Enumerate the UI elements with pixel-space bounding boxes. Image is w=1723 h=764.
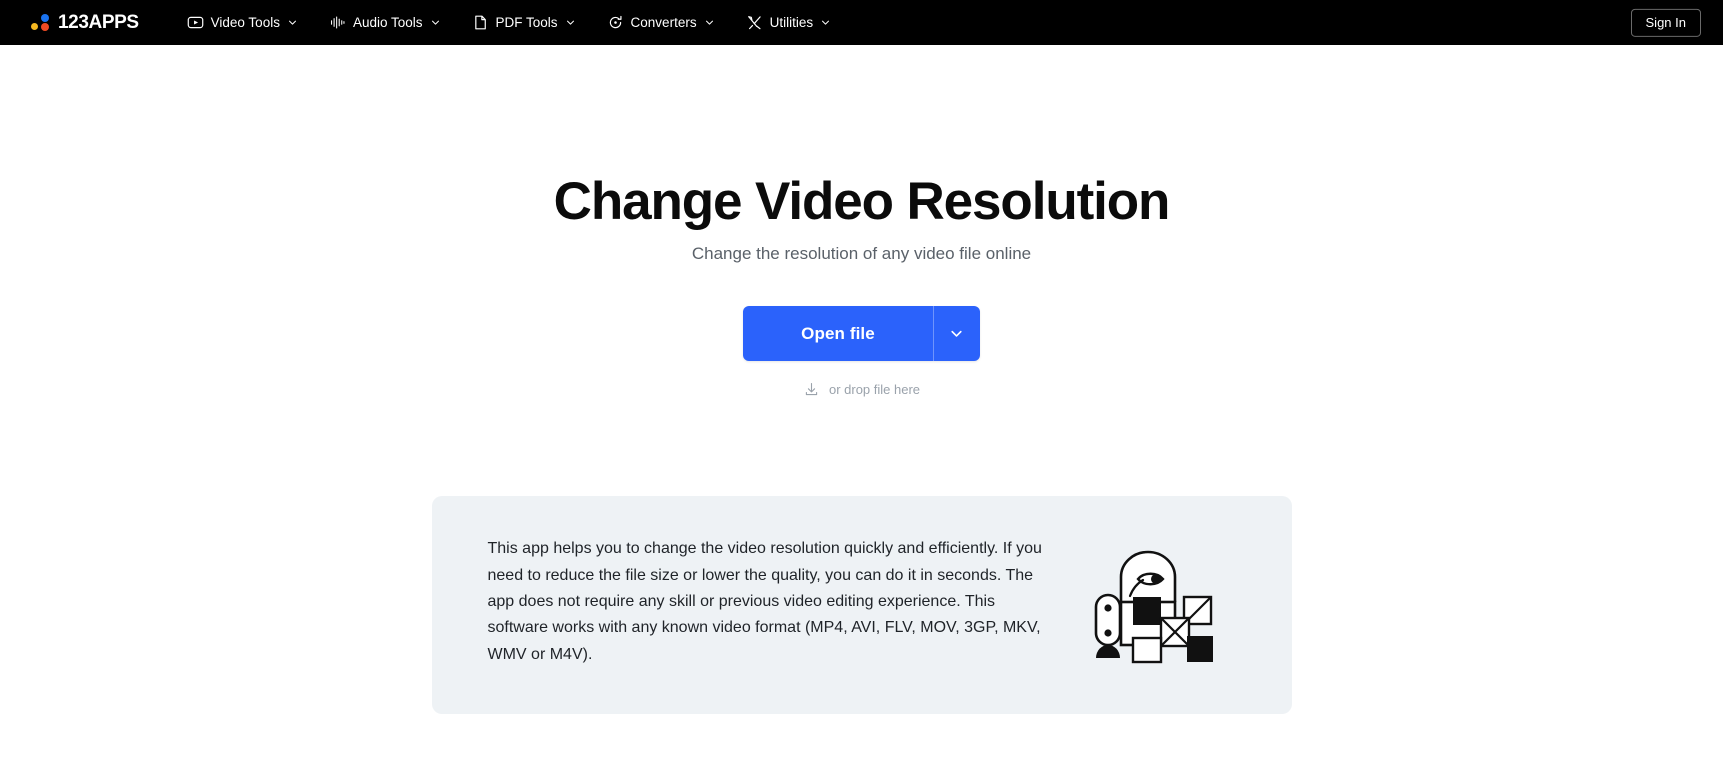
open-file-split-button: Open file — [743, 306, 980, 362]
chevron-down-icon — [566, 20, 574, 25]
page-title: Change Video Resolution — [553, 172, 1171, 231]
nav-item-video-tools[interactable]: Video Tools — [171, 8, 313, 37]
main-nav: Video Tools Audio Tools PDF Tools Conver… — [171, 8, 846, 37]
page-content: Change Video Resolution Change the resol… — [0, 45, 1723, 715]
logo-text: 123APPS — [58, 12, 139, 33]
open-file-button[interactable]: Open file — [743, 306, 933, 361]
play-button-icon — [187, 16, 203, 29]
description-card: This app helps you to change the video r… — [431, 496, 1292, 715]
top-navigation-bar: 123APPS Video Tools Audio Tools PDF Tool… — [0, 0, 1723, 45]
drop-file-hint-label: or drop file here — [828, 382, 921, 398]
hero-section: Change Video Resolution Change the resol… — [0, 45, 1723, 398]
waveform-icon — [330, 16, 345, 29]
chevron-down-icon — [822, 20, 830, 25]
description-card-area: This app helps you to change the video r… — [0, 496, 1723, 715]
nav-item-pdf-tools[interactable]: PDF Tools — [456, 8, 591, 37]
open-file-area: Open file — [0, 306, 1723, 362]
description-text: This app helps you to change the video r… — [487, 540, 1042, 663]
nav-label-utilities: Utilities — [769, 15, 814, 30]
nav-item-converters[interactable]: Converters — [591, 8, 730, 37]
drop-file-hint[interactable]: or drop file here — [0, 381, 1723, 398]
download-tray-icon — [805, 383, 818, 396]
nav-item-audio-tools[interactable]: Audio Tools — [313, 8, 456, 37]
circular-arrow-icon — [609, 15, 622, 29]
crossed-tools-icon — [747, 16, 761, 30]
chevron-down-icon — [431, 20, 439, 25]
nav-label-audio-tools: Audio Tools — [352, 15, 423, 30]
chevron-down-icon — [951, 331, 962, 337]
open-file-dropdown-button[interactable] — [932, 306, 980, 362]
logo-123apps[interactable]: 123APPS — [31, 13, 139, 32]
nav-label-video-tools: Video Tools — [210, 15, 280, 30]
abstract-robot-figure-illustration — [1094, 550, 1213, 663]
nav-item-utilities[interactable]: Utilities — [730, 8, 847, 37]
page-subtitle: Change the resolution of any video file … — [691, 244, 1032, 264]
nav-label-converters: Converters — [630, 15, 697, 30]
sign-in-button[interactable]: Sign In — [1630, 8, 1701, 37]
nav-label-pdf-tools: PDF Tools — [495, 15, 558, 30]
logo-dots-icon — [31, 13, 50, 32]
chevron-down-icon — [288, 20, 296, 25]
document-page-icon — [474, 15, 486, 30]
chevron-down-icon — [705, 20, 713, 25]
